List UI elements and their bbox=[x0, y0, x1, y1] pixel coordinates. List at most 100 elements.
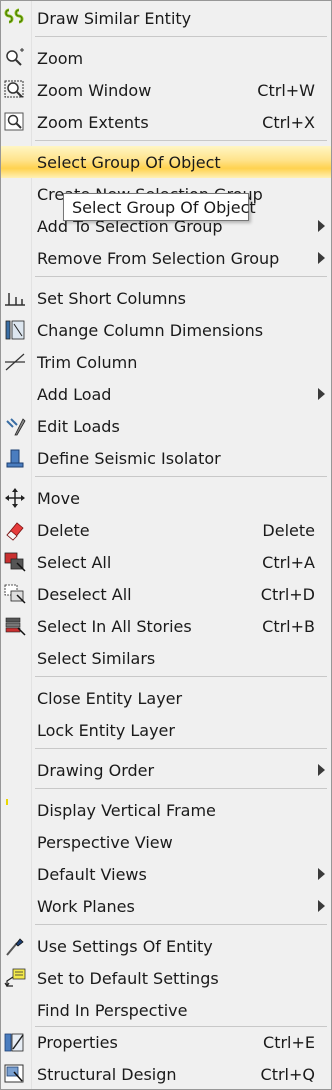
menu-item-label: Change Column Dimensions bbox=[37, 320, 264, 340]
short-columns-icon bbox=[3, 287, 27, 309]
menu-item-label: Structural Design bbox=[37, 1064, 177, 1084]
menu-item-label: Trim Column bbox=[37, 352, 138, 372]
zoom-icon bbox=[3, 47, 27, 69]
menu-item-draw-similar-entity[interactable]: Draw Similar Entity bbox=[1, 2, 331, 34]
menu-item-label: Find In Perspective bbox=[37, 1000, 188, 1020]
separator bbox=[35, 676, 327, 677]
trim-column-icon bbox=[3, 351, 27, 373]
submenu-arrow-icon bbox=[318, 388, 325, 400]
menu-item-label: Edit Loads bbox=[37, 416, 120, 436]
shortcut-text: Delete bbox=[262, 520, 315, 540]
menu-item-drawing-order[interactable]: Drawing Order bbox=[1, 754, 331, 786]
properties-icon bbox=[3, 1031, 27, 1053]
menu-item-find-in-perspective[interactable]: Find In Perspective bbox=[1, 994, 331, 1026]
menu-item-label: Move bbox=[37, 488, 80, 508]
context-menu: Draw Similar Entity Zoom Zoom Window Ctr… bbox=[0, 0, 332, 1090]
menu-item-edit-loads[interactable]: Edit Loads bbox=[1, 410, 331, 442]
separator bbox=[35, 748, 327, 749]
shortcut-text: Ctrl+A bbox=[262, 552, 315, 572]
structural-design-icon bbox=[3, 1063, 27, 1085]
menu-item-select-in-all-stories[interactable]: Select In All Stories Ctrl+B bbox=[1, 610, 331, 642]
menu-item-zoom-window[interactable]: Zoom Window Ctrl+W bbox=[1, 74, 331, 106]
tooltip: Select Group Of Object bbox=[63, 193, 256, 221]
separator bbox=[35, 788, 327, 789]
menu-item-label: Zoom Extents bbox=[37, 112, 149, 132]
submenu-arrow-icon bbox=[318, 868, 325, 880]
seismic-isolator-icon bbox=[3, 447, 27, 469]
zoom-window-icon bbox=[3, 79, 27, 101]
menu-item-label: Zoom Window bbox=[37, 80, 152, 100]
menu-item-label: Work Planes bbox=[37, 896, 135, 916]
menu-item-label: Select Group Of Object bbox=[37, 152, 221, 172]
eyedropper-icon bbox=[3, 935, 27, 957]
menu-item-define-seismic-isolator[interactable]: Define Seismic Isolator bbox=[1, 442, 331, 474]
select-all-icon bbox=[3, 551, 27, 573]
menu-item-label: Add Load bbox=[37, 384, 112, 404]
menu-item-perspective-view[interactable]: Perspective View bbox=[1, 826, 331, 858]
menu-item-label: Delete bbox=[37, 520, 90, 540]
menu-item-structural-design[interactable]: Structural Design Ctrl+Q bbox=[1, 1058, 331, 1089]
menu-item-move[interactable]: Move bbox=[1, 482, 331, 514]
menu-item-label: Select All bbox=[37, 552, 112, 572]
submenu-arrow-icon bbox=[318, 252, 325, 264]
separator bbox=[35, 36, 327, 37]
menu-item-select-all[interactable]: Select All Ctrl+A bbox=[1, 546, 331, 578]
menu-item-label: Select Similars bbox=[37, 648, 156, 668]
edit-loads-icon bbox=[3, 415, 27, 437]
submenu-arrow-icon bbox=[318, 900, 325, 912]
separator bbox=[35, 476, 327, 477]
shortcut-text: Ctrl+D bbox=[260, 584, 315, 604]
shortcut-text: Ctrl+B bbox=[262, 616, 315, 636]
menu-item-select-similars[interactable]: Select Similars bbox=[1, 642, 331, 674]
menu-item-label: Properties bbox=[37, 1032, 118, 1052]
menu-item-add-load[interactable]: Add Load bbox=[1, 378, 331, 410]
submenu-arrow-icon bbox=[318, 764, 325, 776]
menu-item-label: Set to Default Settings bbox=[37, 968, 219, 988]
menu-item-label: Close Entity Layer bbox=[37, 688, 183, 708]
menu-item-label: Default Views bbox=[37, 864, 147, 884]
menu-item-properties[interactable]: Properties Ctrl+E bbox=[1, 1026, 331, 1058]
menu-item-label: Perspective View bbox=[37, 832, 173, 852]
menu-item-default-views[interactable]: Default Views bbox=[1, 858, 331, 890]
menu-item-label: Set Short Columns bbox=[37, 288, 186, 308]
menu-item-display-vertical-frame[interactable]: Display Vertical Frame bbox=[1, 794, 331, 826]
menu-item-select-group-of-object[interactable]: Select Group Of Object bbox=[1, 146, 331, 178]
zoom-extents-icon bbox=[3, 111, 27, 133]
separator bbox=[35, 924, 327, 925]
menu-item-use-settings-of-entity[interactable]: Use Settings Of Entity bbox=[1, 930, 331, 962]
column-dimensions-icon bbox=[3, 319, 27, 341]
move-icon bbox=[3, 487, 27, 509]
shortcut-text: Ctrl+Q bbox=[260, 1064, 315, 1084]
menu-item-zoom-extents[interactable]: Zoom Extents Ctrl+X bbox=[1, 106, 331, 138]
menu-item-remove-from-selection-group[interactable]: Remove From Selection Group bbox=[1, 242, 331, 274]
menu-item-label: Display Vertical Frame bbox=[37, 800, 216, 820]
separator bbox=[35, 276, 327, 277]
menu-item-lock-entity-layer[interactable]: Lock Entity Layer bbox=[1, 714, 331, 746]
menu-item-label: Select In All Stories bbox=[37, 616, 192, 636]
menu-item-close-entity-layer[interactable]: Close Entity Layer bbox=[1, 682, 331, 714]
menu-item-label: Deselect All bbox=[37, 584, 132, 604]
menu-item-trim-column[interactable]: Trim Column bbox=[1, 346, 331, 378]
shortcut-text: Ctrl+X bbox=[262, 112, 315, 132]
menu-item-label: Use Settings Of Entity bbox=[37, 936, 213, 956]
separator bbox=[35, 140, 327, 141]
submenu-arrow-icon bbox=[318, 220, 325, 232]
shortcut-text: Ctrl+E bbox=[263, 1032, 315, 1052]
menu-item-work-planes[interactable]: Work Planes bbox=[1, 890, 331, 922]
eraser-icon bbox=[3, 519, 27, 541]
menu-item-label: Lock Entity Layer bbox=[37, 720, 175, 740]
menu-item-set-to-default-settings[interactable]: Set to Default Settings bbox=[1, 962, 331, 994]
default-settings-icon bbox=[3, 967, 27, 989]
draw-similar-icon bbox=[3, 7, 27, 29]
menu-item-zoom[interactable]: Zoom bbox=[1, 42, 331, 74]
menu-item-deselect-all[interactable]: Deselect All Ctrl+D bbox=[1, 578, 331, 610]
select-all-stories-icon bbox=[3, 615, 27, 637]
menu-item-change-column-dimensions[interactable]: Change Column Dimensions bbox=[1, 314, 331, 346]
menu-item-delete[interactable]: Delete Delete bbox=[1, 514, 331, 546]
menu-item-label: Zoom bbox=[37, 48, 84, 68]
menu-item-label: Drawing Order bbox=[37, 760, 155, 780]
deselect-all-icon bbox=[3, 583, 27, 605]
shortcut-text: Ctrl+W bbox=[257, 80, 315, 100]
menu-item-set-short-columns[interactable]: Set Short Columns bbox=[1, 282, 331, 314]
menu-item-label: Draw Similar Entity bbox=[37, 8, 192, 28]
